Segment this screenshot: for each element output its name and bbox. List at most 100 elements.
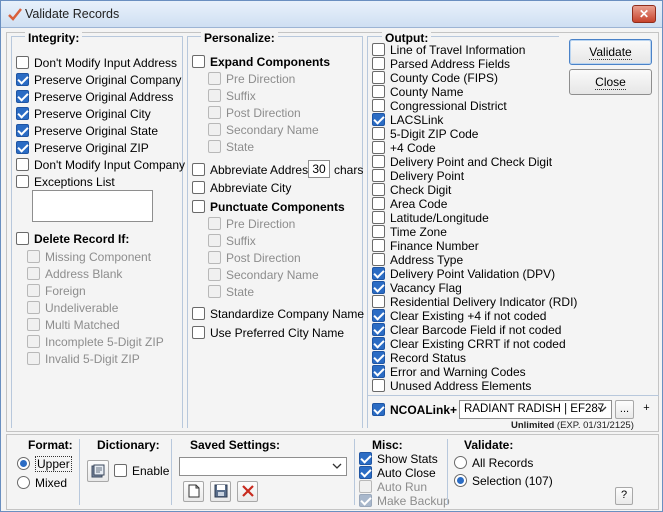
integrity-item-6-checkbox[interactable] (16, 158, 29, 171)
preferred-city-checkbox[interactable] (192, 326, 205, 339)
output-item-24-checkbox[interactable] (372, 379, 385, 392)
expand-item-2-checkbox (208, 106, 221, 119)
expand-item-0-checkbox (208, 72, 221, 85)
integrity-item-1[interactable]: Preserve Original Company (16, 71, 181, 88)
integrity-item-1-checkbox[interactable] (16, 73, 29, 86)
close-window-button[interactable]: ✕ (632, 5, 656, 23)
saved-settings-select[interactable] (179, 457, 347, 476)
expand-item-1-checkbox (208, 89, 221, 102)
dictionary-enable-checkbox[interactable] (114, 464, 127, 477)
integrity-item-2[interactable]: Preserve Original Address (16, 88, 173, 105)
output-item-24-label: Unused Address Elements (390, 378, 532, 393)
delete-condition-2-checkbox (27, 284, 40, 297)
integrity-item-7-label: Exceptions List (34, 174, 115, 189)
abbreviate-city[interactable]: Abbreviate City (192, 179, 291, 196)
punctuate-item-0-label: Pre Direction (226, 216, 296, 231)
output-item-24[interactable]: Unused Address Elements (372, 377, 531, 394)
help-button[interactable]: ? (615, 487, 633, 505)
abbreviate-address-label: Abbreviate Address (210, 162, 315, 177)
integrity-item-4[interactable]: Preserve Original State (16, 122, 158, 139)
format-upper-radio[interactable] (17, 457, 30, 470)
scope-selection[interactable]: Selection (107) (454, 472, 553, 489)
format-mixed-radio[interactable] (17, 476, 30, 489)
integrity-item-5-label: Preserve Original ZIP (34, 140, 149, 155)
checkmark-app-icon (8, 8, 22, 21)
abbreviate-address-checkbox[interactable] (192, 163, 205, 176)
chevron-down-icon (332, 463, 342, 469)
ncoa-account-value: RADIANT RADISH | EF287 (464, 403, 605, 415)
abbreviate-address[interactable]: Abbreviate Address (192, 161, 314, 178)
delete-record-label: Delete Record If: (34, 231, 130, 246)
preferred-city[interactable]: Use Preferred City Name (192, 324, 344, 341)
punctuate-components[interactable]: Punctuate Components (192, 198, 345, 215)
save-settings-button[interactable] (210, 481, 231, 502)
delete-record-checkbox[interactable] (16, 232, 29, 245)
scope-all-records[interactable]: All Records (454, 454, 533, 471)
standardize-company-checkbox[interactable] (192, 307, 205, 320)
delete-x-icon (241, 485, 254, 497)
punctuate-components-label: Punctuate Components (210, 199, 345, 214)
validate-button[interactable]: Validate (569, 39, 652, 65)
dictionary-enable-label: Enable (132, 463, 170, 478)
misc-item-3-checkbox (359, 494, 372, 507)
format-divider (79, 439, 80, 505)
ncoa-more-button[interactable]: ... (615, 400, 634, 419)
delete-record-if[interactable]: Delete Record If: (16, 230, 129, 247)
integrity-item-3-checkbox[interactable] (16, 107, 29, 120)
delete-condition-1-checkbox (27, 267, 40, 280)
integrity-item-0[interactable]: Don't Modify Input Address (16, 54, 177, 71)
dictionary-enable[interactable]: Enable (114, 462, 169, 479)
integrity-item-0-checkbox[interactable] (16, 56, 29, 69)
punctuate-item-4-label: State (226, 284, 255, 299)
expand-components-checkbox[interactable] (192, 55, 205, 68)
dictionary-title: Dictionary: (97, 438, 160, 452)
saved-settings-title: Saved Settings: (190, 438, 281, 452)
integrity-item-3-label: Preserve Original City (34, 106, 151, 121)
close-button[interactable]: Close (569, 69, 652, 95)
dictionary-button[interactable] (87, 460, 109, 482)
integrity-item-6[interactable]: Don't Modify Input Company (16, 156, 185, 173)
delete-condition-1-label: Address Blank (45, 266, 123, 281)
integrity-item-7-checkbox[interactable] (16, 175, 29, 188)
delete-condition-2-label: Foreign (45, 283, 86, 298)
expand-item-1: Suffix (208, 87, 256, 104)
abbreviate-city-label: Abbreviate City (210, 180, 292, 195)
delete-condition-6-checkbox (27, 352, 40, 365)
delete-condition-4-checkbox (27, 318, 40, 331)
new-settings-button[interactable] (183, 481, 204, 502)
expand-components[interactable]: Expand Components (192, 53, 330, 70)
window-title: Validate Records (25, 7, 120, 21)
integrity-item-1-label: Preserve Original Company (34, 72, 182, 87)
punctuate-item-3-checkbox (208, 268, 221, 281)
dictionary-divider (171, 439, 172, 505)
format-mixed-option[interactable]: Mixed (17, 474, 67, 491)
abbreviate-city-checkbox[interactable] (192, 181, 205, 194)
integrity-item-3[interactable]: Preserve Original City (16, 105, 151, 122)
new-document-icon (188, 484, 199, 498)
dictionary-book-icon (91, 464, 105, 478)
integrity-item-0-label: Don't Modify Input Address (34, 55, 178, 70)
ncoa-account-select[interactable]: RADIANT RADISH | EF287 (459, 400, 612, 419)
delete-settings-button[interactable] (237, 481, 258, 502)
ncoalink-checkbox[interactable] (372, 403, 385, 416)
validate-scope-title: Validate: (464, 438, 514, 452)
ncoalink-option[interactable]: NCOALink+ (372, 401, 457, 418)
integrity-item-5[interactable]: Preserve Original ZIP (16, 139, 149, 156)
ncoa-add-button[interactable]: + (637, 400, 656, 419)
integrity-item-4-checkbox[interactable] (16, 124, 29, 137)
expand-item-3: Secondary Name (208, 121, 319, 138)
integrity-item-2-checkbox[interactable] (16, 90, 29, 103)
punctuate-item-0-checkbox (208, 217, 221, 230)
abbreviate-chars-input[interactable]: 30 (308, 160, 330, 178)
scope-all-records-radio[interactable] (454, 456, 467, 469)
integrity-item-5-checkbox[interactable] (16, 141, 29, 154)
format-upper-option[interactable]: Upper (17, 455, 72, 472)
ncoa-license-note: Unlimited (511, 420, 555, 431)
exceptions-list-box[interactable] (32, 190, 153, 222)
expand-item-0: Pre Direction (208, 70, 295, 87)
ncoalink-label: NCOALink+ (390, 402, 458, 417)
standardize-company[interactable]: Standardize Company Name (192, 305, 364, 322)
integrity-item-7[interactable]: Exceptions List (16, 173, 115, 190)
punctuate-components-checkbox[interactable] (192, 200, 205, 213)
scope-selection-radio[interactable] (454, 474, 467, 487)
